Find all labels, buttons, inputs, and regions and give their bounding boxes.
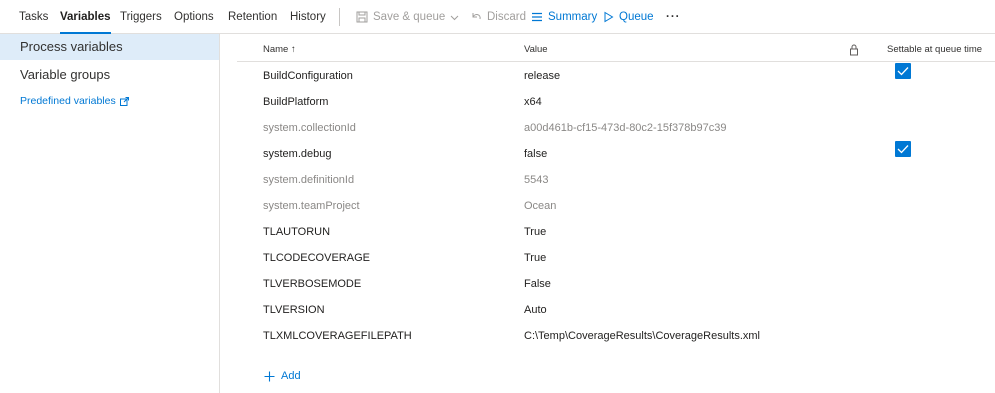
variable-name[interactable]: TLAUTORUN — [263, 219, 330, 245]
variable-value: a00d461b-cf15-473d-80c2-15f378b97c39 — [524, 122, 727, 134]
check-icon — [897, 145, 909, 154]
save-and-queue-label: Save & queue — [373, 11, 446, 23]
variable-name[interactable]: BuildPlatform — [263, 89, 328, 115]
settable-column-header[interactable]: Settable at queue time — [887, 38, 982, 62]
add-variable-button[interactable]: Add — [264, 370, 301, 382]
check-icon — [897, 67, 909, 76]
predefined-variables-link[interactable]: Predefined variables — [20, 95, 129, 107]
value-column-header[interactable]: Value — [524, 38, 548, 62]
save-and-queue-button[interactable]: Save & queue — [356, 0, 459, 34]
table-row: TLVERBOSEMODE False — [237, 271, 995, 297]
summary-label: Summary — [548, 11, 598, 23]
plus-icon — [264, 371, 275, 382]
variable-name[interactable]: TLXMLCOVERAGEFILEPATH — [263, 323, 412, 349]
settable-checkbox[interactable] — [895, 63, 911, 79]
variable-value[interactable]: false — [524, 141, 547, 167]
table-row: system.definitionId 5543 — [237, 167, 995, 193]
variable-value[interactable]: release — [524, 63, 560, 89]
sidebar-item-process-variables[interactable]: Process variables — [0, 34, 219, 60]
summary-button[interactable]: Summary — [531, 0, 597, 34]
variable-value[interactable]: x64 — [524, 89, 542, 115]
variable-value[interactable]: True — [524, 219, 546, 245]
table-row: BuildPlatform x64 — [237, 89, 995, 115]
table-row: TLXMLCOVERAGEFILEPATH C:\Temp\CoverageRe… — [237, 323, 995, 349]
more-options-button[interactable]: ··· — [666, 0, 681, 34]
variable-value: 5543 — [524, 174, 549, 186]
variable-name: system.collectionId — [263, 122, 356, 134]
tab-history[interactable]: History — [290, 0, 326, 34]
name-column-header[interactable]: Name ↑ — [263, 38, 296, 62]
variable-value[interactable]: Auto — [524, 297, 547, 323]
tab-options[interactable]: Options — [174, 0, 214, 34]
variable-name[interactable]: system.debug — [263, 141, 331, 167]
table-row: TLAUTORUN True — [237, 219, 995, 245]
variable-name: system.definitionId — [263, 174, 355, 186]
table-row: BuildConfiguration release — [237, 63, 995, 89]
table-row: system.debug false — [237, 141, 995, 167]
sidebar-item-variable-groups[interactable]: Variable groups — [0, 62, 219, 88]
lock-icon — [849, 38, 859, 62]
save-icon — [356, 11, 368, 23]
undo-icon — [470, 11, 482, 23]
tab-tasks[interactable]: Tasks — [19, 0, 48, 34]
variable-name[interactable]: TLCODECOVERAGE — [263, 245, 370, 271]
table-row: TLCODECOVERAGE True — [237, 245, 995, 271]
table-row: system.collectionId a00d461b-cf15-473d-8… — [237, 115, 995, 141]
variable-name[interactable]: TLVERSION — [263, 297, 325, 323]
variable-value[interactable]: True — [524, 245, 546, 271]
discard-button[interactable]: Discard — [470, 0, 526, 34]
table-row: system.teamProject Ocean — [237, 193, 995, 219]
sidebar: Process variables Variable groups Predef… — [0, 34, 220, 393]
toolbar-divider — [339, 8, 340, 26]
table-row: TLVERSION Auto — [237, 297, 995, 323]
variable-value[interactable]: C:\Temp\CoverageResults\CoverageResults.… — [524, 323, 760, 349]
settable-checkbox[interactable] — [895, 141, 911, 157]
variable-value[interactable]: False — [524, 271, 551, 297]
table-header: Name ↑ Value Settable at queue time — [237, 38, 995, 62]
list-icon — [531, 11, 543, 23]
variable-value: Ocean — [524, 200, 557, 212]
variable-name[interactable]: TLVERBOSEMODE — [263, 271, 361, 297]
predefined-variables-label: Predefined variables — [20, 95, 116, 107]
add-label: Add — [281, 370, 301, 382]
queue-label: Queue — [619, 11, 654, 23]
discard-label: Discard — [487, 11, 526, 23]
play-icon — [603, 11, 614, 23]
tab-triggers[interactable]: Triggers — [120, 0, 162, 34]
chevron-down-icon[interactable] — [450, 13, 459, 22]
tab-retention[interactable]: Retention — [228, 0, 277, 34]
variable-name[interactable]: BuildConfiguration — [263, 63, 353, 89]
tab-variables[interactable]: Variables — [60, 0, 111, 34]
external-link-icon — [119, 96, 129, 106]
variable-name: system.teamProject — [263, 200, 360, 212]
queue-button[interactable]: Queue — [603, 0, 654, 34]
top-navigation: Tasks Variables Triggers Options Retenti… — [0, 0, 995, 34]
